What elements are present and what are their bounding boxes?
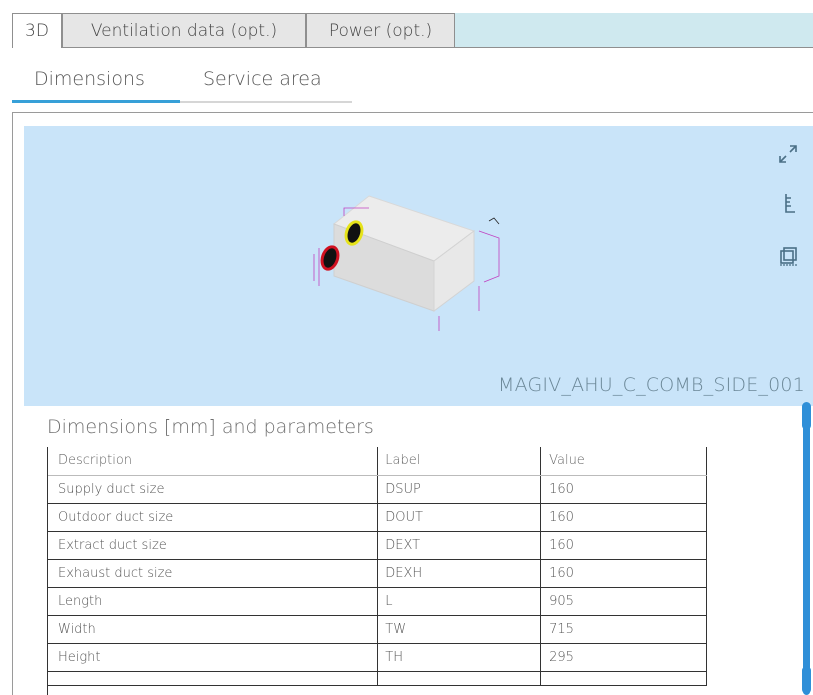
cell-label: DSUP <box>377 475 542 504</box>
params-table: Description Label Value Supply duct size… <box>47 447 707 695</box>
scroll-up-cap[interactable] <box>802 402 811 430</box>
subtab-active-indicator <box>12 100 180 103</box>
cell-description: Outdoor duct size <box>48 503 379 532</box>
table-row[interactable]: Width TW 715 <box>48 615 707 644</box>
cell-value[interactable]: 160 <box>540 503 707 532</box>
cell-description: Supply duct size <box>48 475 379 504</box>
ruler-icon[interactable] <box>780 192 802 214</box>
cell-description: Length <box>48 587 379 616</box>
cell-label: TW <box>377 615 542 644</box>
cell-value[interactable]: 160 <box>540 531 707 560</box>
params-title: Dimensions [mm] and parameters <box>47 416 374 438</box>
cell-description: Extract duct size <box>48 531 379 560</box>
3d-viewer[interactable]: MAGIV_AHU_C_COMB_SIDE_001 <box>24 126 813 406</box>
cell-label: DOUT <box>377 503 542 532</box>
cell-label: DEXT <box>377 531 542 560</box>
scrollbar-thumb[interactable] <box>803 407 810 695</box>
tab-power[interactable]: Power (opt.) <box>306 13 455 48</box>
cell-value[interactable] <box>540 671 707 686</box>
column-header-label[interactable]: Label <box>377 447 542 476</box>
table-row[interactable]: Supply duct size DSUP 160 <box>48 475 707 504</box>
cube-view-icon[interactable] <box>778 245 800 267</box>
cell-description: Width <box>48 615 379 644</box>
cell-value[interactable]: 715 <box>540 615 707 644</box>
subtab-dimensions[interactable]: Dimensions <box>34 68 145 90</box>
table-row[interactable]: Exhaust duct size DEXH 160 <box>48 559 707 588</box>
cell-value[interactable]: 160 <box>540 559 707 588</box>
sub-tab-bar: Dimensions Service area <box>0 48 813 114</box>
table-row[interactable]: Outdoor duct size DOUT 160 <box>48 503 707 532</box>
model-name-label: MAGIV_AHU_C_COMB_SIDE_001 <box>498 374 805 396</box>
subtab-service-area[interactable]: Service area <box>203 68 322 90</box>
content-top-border <box>12 112 813 113</box>
expand-icon[interactable] <box>777 143 799 165</box>
table-row[interactable]: Length L 905 <box>48 587 707 616</box>
table-header-row: Description Label Value <box>48 447 707 476</box>
cell-label: L <box>377 587 542 616</box>
tab-3d[interactable]: 3D <box>12 13 62 48</box>
content-left-border <box>12 112 13 695</box>
cell-description <box>48 671 379 686</box>
cell-value[interactable]: 295 <box>540 643 707 672</box>
table-row[interactable]: Extract duct size DEXT 160 <box>48 531 707 560</box>
cell-label: DEXH <box>377 559 542 588</box>
column-header-value[interactable]: Value <box>540 447 707 476</box>
tab-ventilation-data[interactable]: Ventilation data (opt.) <box>62 13 306 48</box>
ahu-3d-model[interactable] <box>294 186 524 336</box>
scroll-down-cap[interactable] <box>802 666 811 694</box>
column-header-description[interactable]: Description <box>48 447 379 476</box>
cell-description: Height <box>48 643 379 672</box>
cell-description: Exhaust duct size <box>48 559 379 588</box>
tab-strip-background <box>455 13 813 48</box>
cell-label: TH <box>377 643 542 672</box>
cell-label <box>377 671 542 686</box>
cell-value[interactable]: 160 <box>540 475 707 504</box>
top-tab-bar: 3D Ventilation data (opt.) Power (opt.) <box>0 0 813 48</box>
cell-value[interactable]: 905 <box>540 587 707 616</box>
table-row-partial[interactable] <box>48 671 707 686</box>
table-row[interactable]: Height TH 295 <box>48 643 707 672</box>
